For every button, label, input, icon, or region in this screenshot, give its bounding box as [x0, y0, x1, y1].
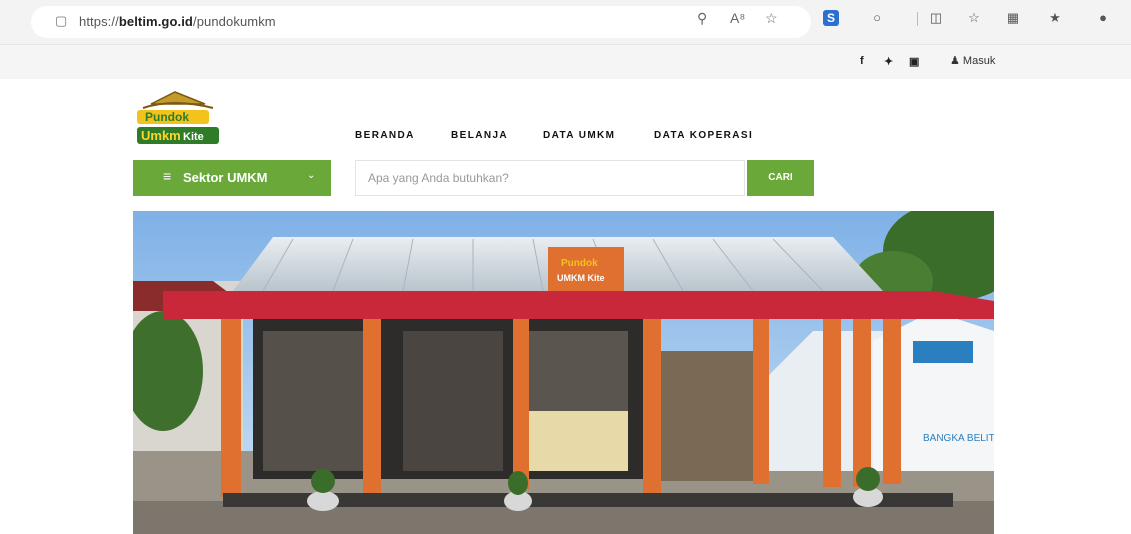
favorites-icon[interactable]: ☆ [966, 10, 982, 26]
svg-text:Kite: Kite [183, 131, 204, 143]
lock-icon[interactable]: ▢ [55, 14, 67, 27]
youtube-icon[interactable]: ▣ [909, 55, 919, 68]
site-topbar: f ✦ ▣ ♟ Masuk [0, 44, 1131, 79]
nav-data-koperasi[interactable]: DATA KOPERASI [654, 130, 753, 141]
svg-text:BANGKA BELITUNG: BANGKA BELITUNG [923, 433, 994, 444]
search-input[interactable] [355, 160, 745, 196]
url-text[interactable]: https://beltim.go.id/pundokumkm [79, 14, 276, 29]
hero-image: BANGKA BELITUNG Pundok UMKM Kite [133, 211, 994, 534]
nav-data-umkm[interactable]: DATA UMKM [543, 130, 615, 141]
collections-icon[interactable]: ▦ [1005, 10, 1021, 26]
zoom-icon[interactable]: ⚲ [697, 10, 707, 26]
nav-beranda[interactable]: BERANDA [355, 130, 415, 141]
address-bar[interactable]: ▢ https://beltim.go.id/pundokumkm [31, 6, 811, 38]
search-button[interactable]: CARI [747, 160, 814, 196]
extension-s-icon[interactable]: S [823, 10, 839, 26]
chevron-down-icon: ⌄ [307, 170, 316, 181]
favorite-star-icon[interactable]: ☆ [765, 10, 778, 26]
sektor-umkm-label: Sektor UMKM [183, 170, 268, 185]
user-icon: ♟ [950, 55, 963, 67]
extension-check-icon[interactable]: ★ [1047, 10, 1063, 26]
facebook-icon[interactable]: f [860, 55, 864, 67]
profile-icon[interactable]: ● [1095, 10, 1111, 26]
extension-puzzle-icon[interactable]: ○ [869, 10, 885, 26]
login-link[interactable]: ♟ Masuk [950, 54, 995, 67]
hamburger-icon: ≡ [163, 168, 172, 184]
svg-text:UMKM Kite: UMKM Kite [557, 273, 605, 283]
svg-text:Umkm: Umkm [141, 128, 181, 143]
browser-toolbar: ▢ https://beltim.go.id/pundokumkm ⚲ A⁸ ☆… [0, 0, 1131, 44]
twitter-icon[interactable]: ✦ [884, 55, 893, 68]
read-aloud-icon[interactable]: A⁸ [730, 10, 745, 26]
split-screen-icon[interactable]: ◫ [928, 10, 944, 26]
sektor-umkm-dropdown[interactable]: ≡ Sektor UMKM ⌄ [133, 160, 331, 196]
nav-belanja[interactable]: BELANJA [451, 130, 508, 141]
svg-text:Pundok: Pundok [561, 258, 598, 269]
svg-text:Pundok: Pundok [145, 110, 189, 124]
toolbar-divider [917, 12, 918, 26]
pundok-umkm-kite-logo[interactable]: Pundok Umkm Kite [133, 90, 223, 148]
